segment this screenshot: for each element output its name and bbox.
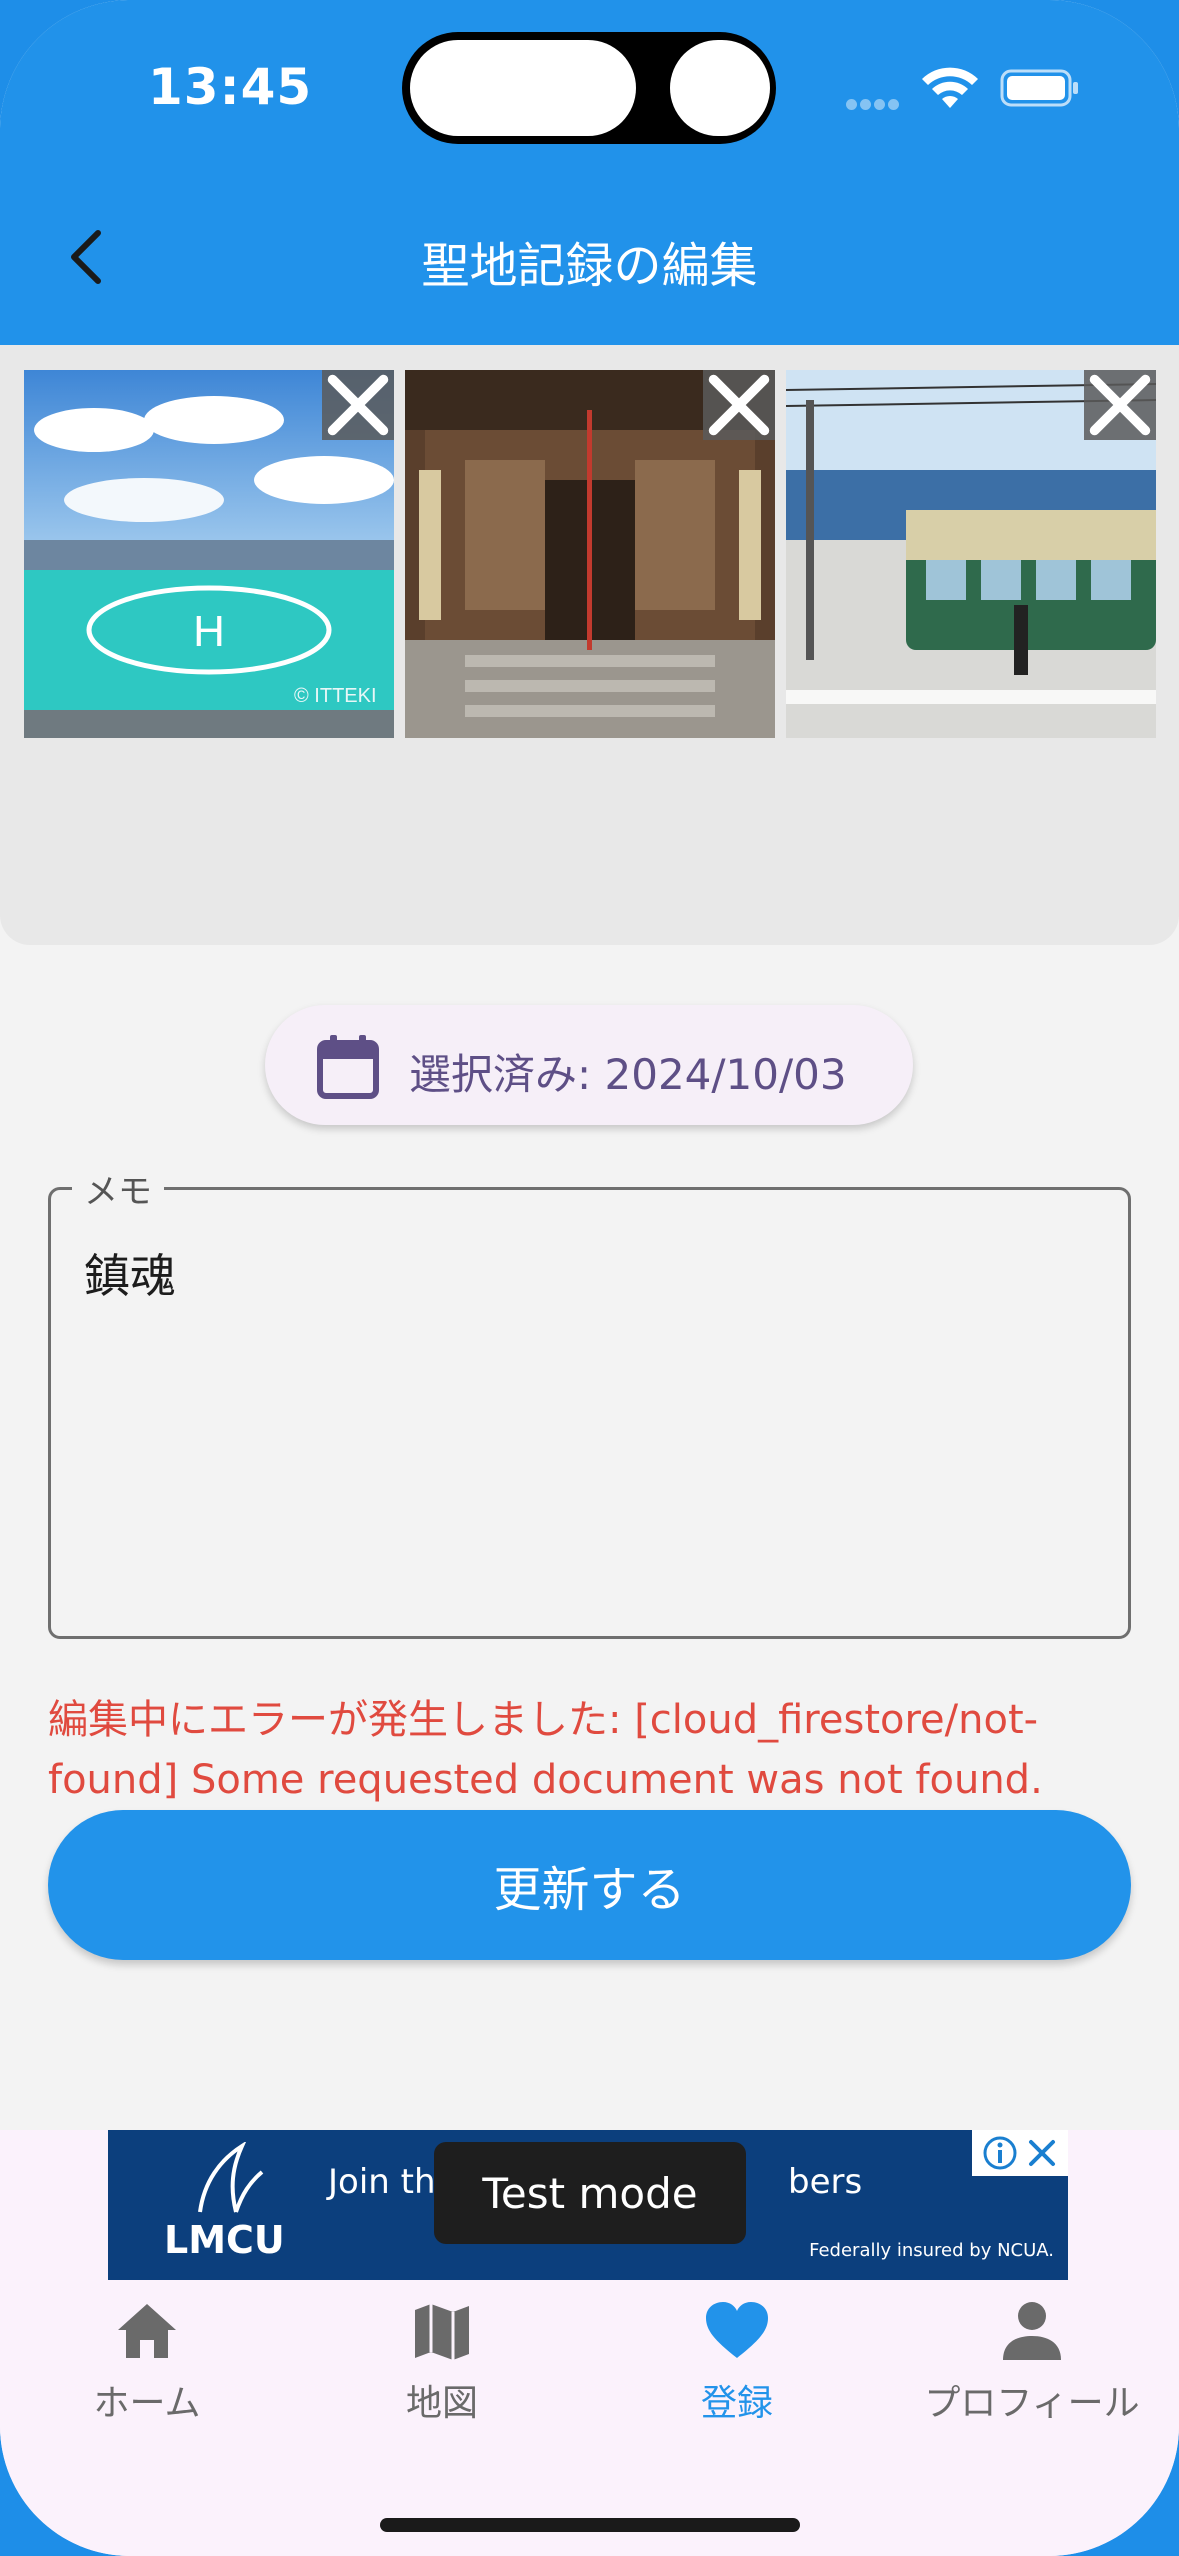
selected-date-label: 選択済み: 2024/10/03 [409, 1050, 847, 1099]
remove-photo-button[interactable] [1084, 370, 1156, 440]
island-pill-left [410, 40, 636, 136]
nav-item-map[interactable]: 地図 [322, 2300, 562, 2426]
rooftop-helipad-photo[interactable]: H © ITTEKI [24, 370, 394, 738]
wifi-icon [922, 67, 978, 108]
remove-photo-button[interactable] [322, 370, 394, 440]
ad-headline-start: Join th [328, 2162, 436, 2202]
date-picker-button[interactable]: 選択済み: 2024/10/03 [265, 1005, 913, 1125]
update-button[interactable]: 更新する [48, 1810, 1131, 1960]
close-icon[interactable] [1026, 2137, 1058, 2169]
battery-icon [1000, 69, 1078, 107]
nav-label-profile: プロフィール [924, 2383, 1140, 2424]
status-time: 13:45 [148, 58, 313, 116]
ad-fine-print: Federally insured by NCUA. [809, 2240, 1054, 2261]
signal-dots-icon [846, 95, 906, 110]
test-mode-label: Test mode [482, 2168, 698, 2218]
update-button-label: 更新する [493, 1862, 686, 1918]
nav-label-register: 登録 [700, 2383, 773, 2424]
home-icon [118, 2304, 176, 2358]
lmcu-logo-mark [198, 2142, 264, 2213]
ad-choices[interactable] [972, 2130, 1068, 2176]
close-icon [327, 374, 389, 436]
memo-field[interactable] [48, 1187, 1131, 1639]
info-icon[interactable] [982, 2135, 1018, 2171]
home-indicator[interactable] [380, 2518, 800, 2532]
error-message: 編集中にエラーが発生しました: [cloud_firestore/not-fou… [48, 1697, 1043, 1803]
heart-icon [706, 2302, 768, 2358]
nav-item-profile[interactable]: プロフィール [912, 2300, 1152, 2426]
dynamic-island [402, 32, 776, 144]
memo-label: メモ [72, 1164, 164, 1213]
nav-item-register[interactable]: 登録 [617, 2300, 857, 2426]
app-bar: 13:45 聖地記録の編集 [0, 0, 1179, 345]
memo-value: 鎮魂 [84, 1249, 176, 1303]
photo-watermark: © ITTEKI [294, 685, 377, 707]
bottom-navigation: ホーム 地図 登録 プロフィール [0, 2290, 1179, 2440]
calendar-icon [317, 1035, 379, 1099]
close-icon [1089, 374, 1151, 436]
nav-item-home[interactable]: ホーム [27, 2300, 267, 2426]
ad-logo-text: LMCU [164, 2218, 285, 2262]
island-pill-right [670, 40, 770, 136]
map-icon [415, 2304, 469, 2360]
seaside-train-photo[interactable] [786, 370, 1156, 738]
close-icon [708, 374, 770, 436]
remove-photo-button[interactable] [703, 370, 775, 440]
person-icon [1003, 2302, 1061, 2360]
temple-hall-photo[interactable] [405, 370, 775, 738]
phone-screen: 13:45 聖地記録の編集 H © ITTEKI 選択済み: 2024/10/0… [0, 0, 1179, 2556]
svg-text:H: H [193, 607, 225, 656]
test-mode-badge: Test mode [434, 2142, 746, 2244]
page-title: 聖地記録の編集 [421, 238, 758, 294]
ad-headline-end: bers [788, 2162, 863, 2202]
nav-label-home: ホーム [93, 2383, 201, 2424]
nav-label-map: 地図 [405, 2383, 478, 2424]
